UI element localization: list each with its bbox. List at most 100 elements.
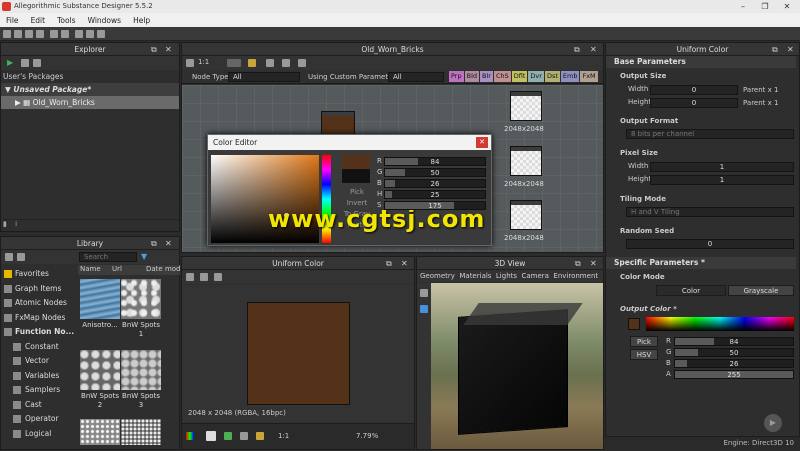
color-icon[interactable] bbox=[224, 432, 232, 440]
2d-tool-icon[interactable] bbox=[214, 273, 222, 281]
2d-tool-icon[interactable] bbox=[186, 273, 194, 281]
cut-icon[interactable] bbox=[75, 30, 83, 38]
menu-edit[interactable]: Edit bbox=[25, 16, 52, 25]
channel-slider[interactable]: 26 bbox=[674, 359, 794, 368]
3d-viewport[interactable] bbox=[431, 283, 603, 449]
color-editor-close-button[interactable]: ✕ bbox=[476, 137, 488, 148]
2d-tool-icon[interactable] bbox=[200, 273, 208, 281]
zoom-level[interactable]: 7.79% bbox=[356, 432, 378, 440]
filter-tag[interactable]: Blr bbox=[480, 71, 493, 82]
library-back-icon[interactable] bbox=[17, 253, 25, 261]
tiling-mode-select[interactable]: H and V Tiling bbox=[626, 207, 794, 217]
height-mode[interactable]: Parent x 1 bbox=[743, 99, 778, 107]
play-overlay-icon[interactable]: ▶ bbox=[764, 414, 782, 432]
redo-icon[interactable] bbox=[61, 30, 69, 38]
histogram-icon[interactable] bbox=[256, 432, 264, 440]
ratio-label[interactable]: 1:1 bbox=[278, 432, 289, 440]
panel-close-icon[interactable]: ✕ bbox=[165, 43, 172, 56]
channel-slider[interactable]: 255 bbox=[674, 370, 794, 379]
specific-parameters-section[interactable]: Specific Parameters * bbox=[606, 257, 796, 269]
library-category[interactable]: Atomic Nodes bbox=[1, 296, 75, 310]
zoom-ratio[interactable]: 1:1 bbox=[198, 58, 209, 66]
node-type-select[interactable]: All bbox=[228, 72, 300, 82]
column-name[interactable]: Name bbox=[78, 265, 112, 273]
frame-tool-icon[interactable] bbox=[282, 59, 290, 67]
save-icon[interactable] bbox=[25, 30, 33, 38]
panel-close-icon[interactable]: ✕ bbox=[590, 43, 597, 56]
library-category[interactable]: Function No... bbox=[1, 325, 75, 339]
library-thumbnail[interactable] bbox=[80, 419, 120, 445]
tile-icon[interactable] bbox=[206, 431, 216, 441]
library-category[interactable]: FxMap Nodes bbox=[1, 311, 75, 325]
pick-action[interactable]: Pick bbox=[340, 187, 374, 198]
channel-slider[interactable]: 25 bbox=[384, 190, 486, 199]
pixel-width-field[interactable]: 1 bbox=[650, 162, 794, 172]
panel-float-icon[interactable]: ⧉ bbox=[772, 43, 778, 56]
library-category[interactable]: Samplers bbox=[1, 383, 75, 397]
library-thumbnail[interactable] bbox=[121, 350, 161, 390]
base-parameters-section[interactable]: Base Parameters bbox=[606, 56, 796, 68]
random-seed-field[interactable]: 0 bbox=[626, 239, 794, 249]
library-category[interactable]: Favorites bbox=[1, 267, 75, 281]
select-tool-icon[interactable] bbox=[227, 59, 241, 67]
library-category[interactable]: Vector bbox=[1, 354, 75, 368]
connect-tool-icon[interactable] bbox=[248, 59, 256, 67]
filter-tag[interactable]: Dst bbox=[544, 71, 560, 82]
panel-close-icon[interactable]: ✕ bbox=[787, 43, 794, 56]
panel-close-icon[interactable]: ✕ bbox=[590, 257, 597, 270]
library-thumbnail[interactable] bbox=[121, 279, 161, 319]
close-window-button[interactable]: ✕ bbox=[776, 0, 798, 13]
layout-icon[interactable] bbox=[186, 59, 194, 67]
2d-viewport[interactable] bbox=[182, 285, 414, 423]
channel-slider[interactable]: 50 bbox=[674, 348, 794, 357]
minimize-button[interactable]: – bbox=[732, 0, 754, 13]
channel-slider[interactable]: 84 bbox=[674, 337, 794, 346]
graph-item[interactable]: ▶ ▦ Old_Worn_Bricks bbox=[1, 96, 179, 109]
hue-strip[interactable] bbox=[646, 317, 794, 331]
channels-icon[interactable] bbox=[186, 432, 194, 440]
channel-slider[interactable]: 84 bbox=[384, 157, 486, 166]
library-category[interactable]: Variables bbox=[1, 369, 75, 383]
output-format-select[interactable]: 8 bits per channel bbox=[626, 129, 794, 139]
panel-close-icon[interactable]: ✕ bbox=[165, 237, 172, 250]
custom-params-select[interactable]: All bbox=[388, 72, 444, 82]
filter-icon[interactable]: ▼ bbox=[141, 252, 147, 261]
filter-tag[interactable]: Dflt bbox=[511, 71, 528, 82]
output-color-swatch[interactable] bbox=[628, 318, 640, 330]
hsv-button[interactable]: HSV bbox=[630, 349, 658, 360]
output-node[interactable] bbox=[510, 146, 542, 176]
maximize-button[interactable]: ❐ bbox=[754, 0, 776, 13]
menu-lights[interactable]: Lights bbox=[496, 272, 517, 280]
menu-environment[interactable]: Environment bbox=[553, 272, 598, 280]
pick-button[interactable]: Pick bbox=[630, 336, 658, 347]
panel-float-icon[interactable]: ⧉ bbox=[151, 43, 157, 56]
open-icon[interactable] bbox=[14, 30, 22, 38]
paste-icon[interactable] bbox=[97, 30, 105, 38]
align-tool-icon[interactable] bbox=[266, 59, 274, 67]
library-category[interactable]: Logical bbox=[1, 427, 75, 441]
panel-float-icon[interactable]: ⧉ bbox=[575, 257, 581, 270]
new-package-icon[interactable] bbox=[3, 30, 11, 38]
filter-tag[interactable]: Prp bbox=[449, 71, 464, 82]
library-category[interactable]: Operator bbox=[1, 412, 75, 426]
package-item[interactable]: ▼ Unsaved Package* bbox=[1, 83, 179, 96]
library-thumbnail[interactable] bbox=[80, 279, 120, 319]
panel-float-icon[interactable]: ⧉ bbox=[386, 257, 392, 270]
menu-geometry[interactable]: Geometry bbox=[420, 272, 455, 280]
run-icon[interactable]: ▶ bbox=[7, 58, 13, 67]
library-category[interactable]: Constant bbox=[1, 340, 75, 354]
library-category[interactable]: Graph Items bbox=[1, 282, 75, 296]
library-thumbnail[interactable] bbox=[80, 350, 120, 390]
library-search-input[interactable]: Search bbox=[79, 252, 137, 262]
library-thumbnail[interactable] bbox=[121, 419, 161, 445]
menu-tools[interactable]: Tools bbox=[51, 16, 81, 25]
save-all-icon[interactable] bbox=[36, 30, 44, 38]
explorer-tool-icon[interactable] bbox=[33, 59, 41, 67]
column-url[interactable]: Url bbox=[112, 265, 146, 273]
panel-float-icon[interactable]: ⧉ bbox=[574, 43, 580, 56]
menu-materials[interactable]: Materials bbox=[459, 272, 491, 280]
channel-slider[interactable]: 50 bbox=[384, 168, 486, 177]
library-home-icon[interactable] bbox=[5, 253, 13, 261]
undo-icon[interactable] bbox=[50, 30, 58, 38]
filter-tag[interactable]: Bld bbox=[464, 71, 480, 82]
